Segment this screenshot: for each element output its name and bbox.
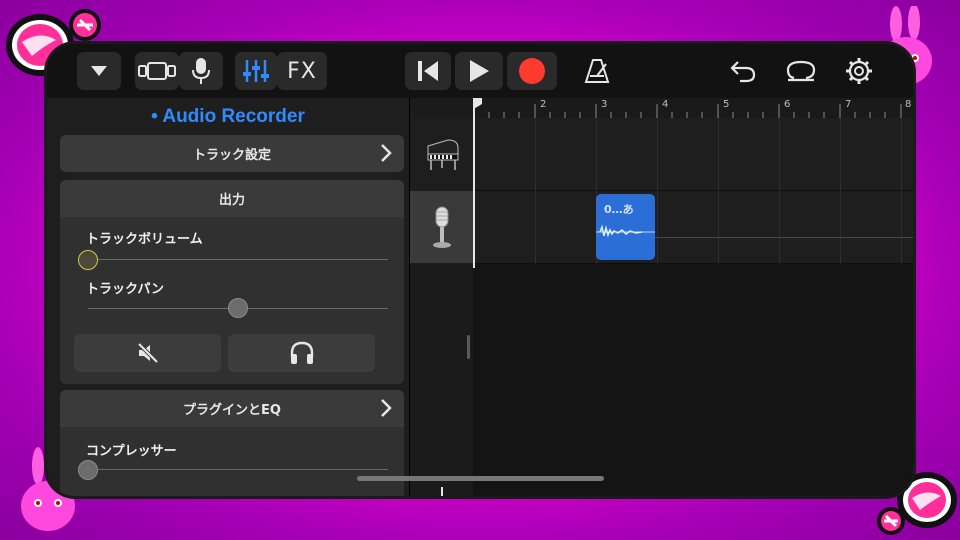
phone-screen: FX • Audio Recorder トラック設定 出力 トラックボリューム … — [47, 44, 913, 496]
chevron-right-icon — [381, 399, 392, 417]
panel-resize-handle[interactable] — [467, 335, 470, 359]
track-settings-label: トラック設定 — [192, 148, 271, 163]
ruler[interactable]: 2 3 4 5 6 7 8 — [473, 98, 913, 118]
ruler-ticks — [473, 104, 902, 118]
region-label: 0…あ — [604, 203, 634, 216]
play-button[interactable] — [455, 52, 503, 90]
instrument-button[interactable] — [179, 52, 223, 90]
toolbar: FX — [47, 44, 913, 98]
compressor-label: コンプレッサー — [86, 444, 177, 459]
metronome-button[interactable] — [579, 52, 615, 90]
track-header-piano[interactable] — [410, 118, 474, 190]
undo-button[interactable] — [725, 52, 761, 90]
undo-icon — [730, 61, 756, 83]
settings-icon — [846, 58, 872, 84]
solo-monitor-button[interactable] — [228, 334, 375, 372]
speaker-muted-icon — [137, 342, 158, 364]
grid-line — [901, 118, 902, 264]
play-icon — [470, 60, 489, 82]
output-section: 出力 トラックボリューム トラックパン — [60, 180, 404, 384]
track-pan-label: トラックパン — [86, 282, 165, 297]
sticker-ball-small-bottom — [877, 507, 905, 535]
grand-piano-icon — [427, 139, 459, 170]
grid-line — [779, 118, 780, 264]
microphone-icon — [433, 206, 451, 248]
loop-icon — [786, 60, 816, 82]
track-header-audio-recorder[interactable] — [410, 191, 474, 263]
track-volume-track — [88, 259, 388, 260]
output-header: 出力 — [60, 180, 404, 217]
lane-audio-recorder[interactable] — [473, 191, 913, 264]
tracks-view-button[interactable] — [135, 52, 179, 90]
metronome-icon — [584, 59, 610, 83]
plus-icon — [441, 487, 443, 496]
headphones-icon — [290, 341, 313, 364]
plugins-eq-button[interactable]: プラグインとEQ — [60, 390, 404, 427]
tracks-timeline[interactable]: 2 3 4 5 6 7 8 0…あ — [473, 98, 913, 496]
grid-line — [657, 118, 658, 264]
record-button[interactable] — [507, 52, 557, 90]
home-indicator[interactable] — [357, 476, 604, 481]
audio-region[interactable]: 0…あ — [596, 194, 655, 260]
sticker-ball-small-top — [69, 9, 101, 41]
grid-line — [718, 118, 719, 264]
record-icon — [519, 58, 545, 84]
chevron-right-icon — [381, 144, 392, 162]
plugins-eq-label: プラグインとEQ — [183, 403, 281, 418]
microphone-icon — [192, 58, 210, 84]
compressor-slider[interactable] — [78, 460, 98, 480]
track-settings-button[interactable]: トラック設定 — [60, 135, 404, 172]
track-volume-label: トラックボリューム — [86, 232, 203, 247]
mixer-button[interactable] — [235, 52, 277, 90]
mute-button[interactable] — [74, 334, 221, 372]
mixer-icon — [243, 60, 269, 82]
compressor-track — [88, 469, 388, 470]
playhead-marker — [473, 98, 482, 110]
loop-button[interactable] — [783, 52, 819, 90]
grid-line — [840, 118, 841, 264]
panel-title: • Audio Recorder — [151, 106, 305, 127]
audio-waveform — [596, 224, 655, 238]
plugins-eq-section: プラグインとEQ コンプレッサー — [60, 390, 404, 496]
tracks-view-icon — [138, 62, 176, 80]
fx-button[interactable]: FX — [277, 52, 327, 90]
track-volume-slider[interactable] — [78, 250, 98, 270]
track-pan-knob[interactable] — [228, 298, 248, 318]
lane-piano[interactable] — [473, 118, 913, 191]
add-track-button[interactable] — [428, 484, 456, 496]
rewind-icon — [418, 61, 438, 81]
track-headers — [409, 98, 474, 496]
rewind-button[interactable] — [405, 52, 451, 90]
playhead[interactable] — [473, 98, 475, 268]
chevron-down-icon — [91, 66, 107, 76]
grid-line — [535, 118, 536, 264]
settings-button[interactable] — [841, 52, 877, 90]
menu-dropdown-button[interactable] — [77, 52, 121, 90]
region-trail-line — [655, 237, 913, 238]
track-controls-panel: • Audio Recorder トラック設定 出力 トラックボリューム トラッ… — [47, 98, 409, 496]
